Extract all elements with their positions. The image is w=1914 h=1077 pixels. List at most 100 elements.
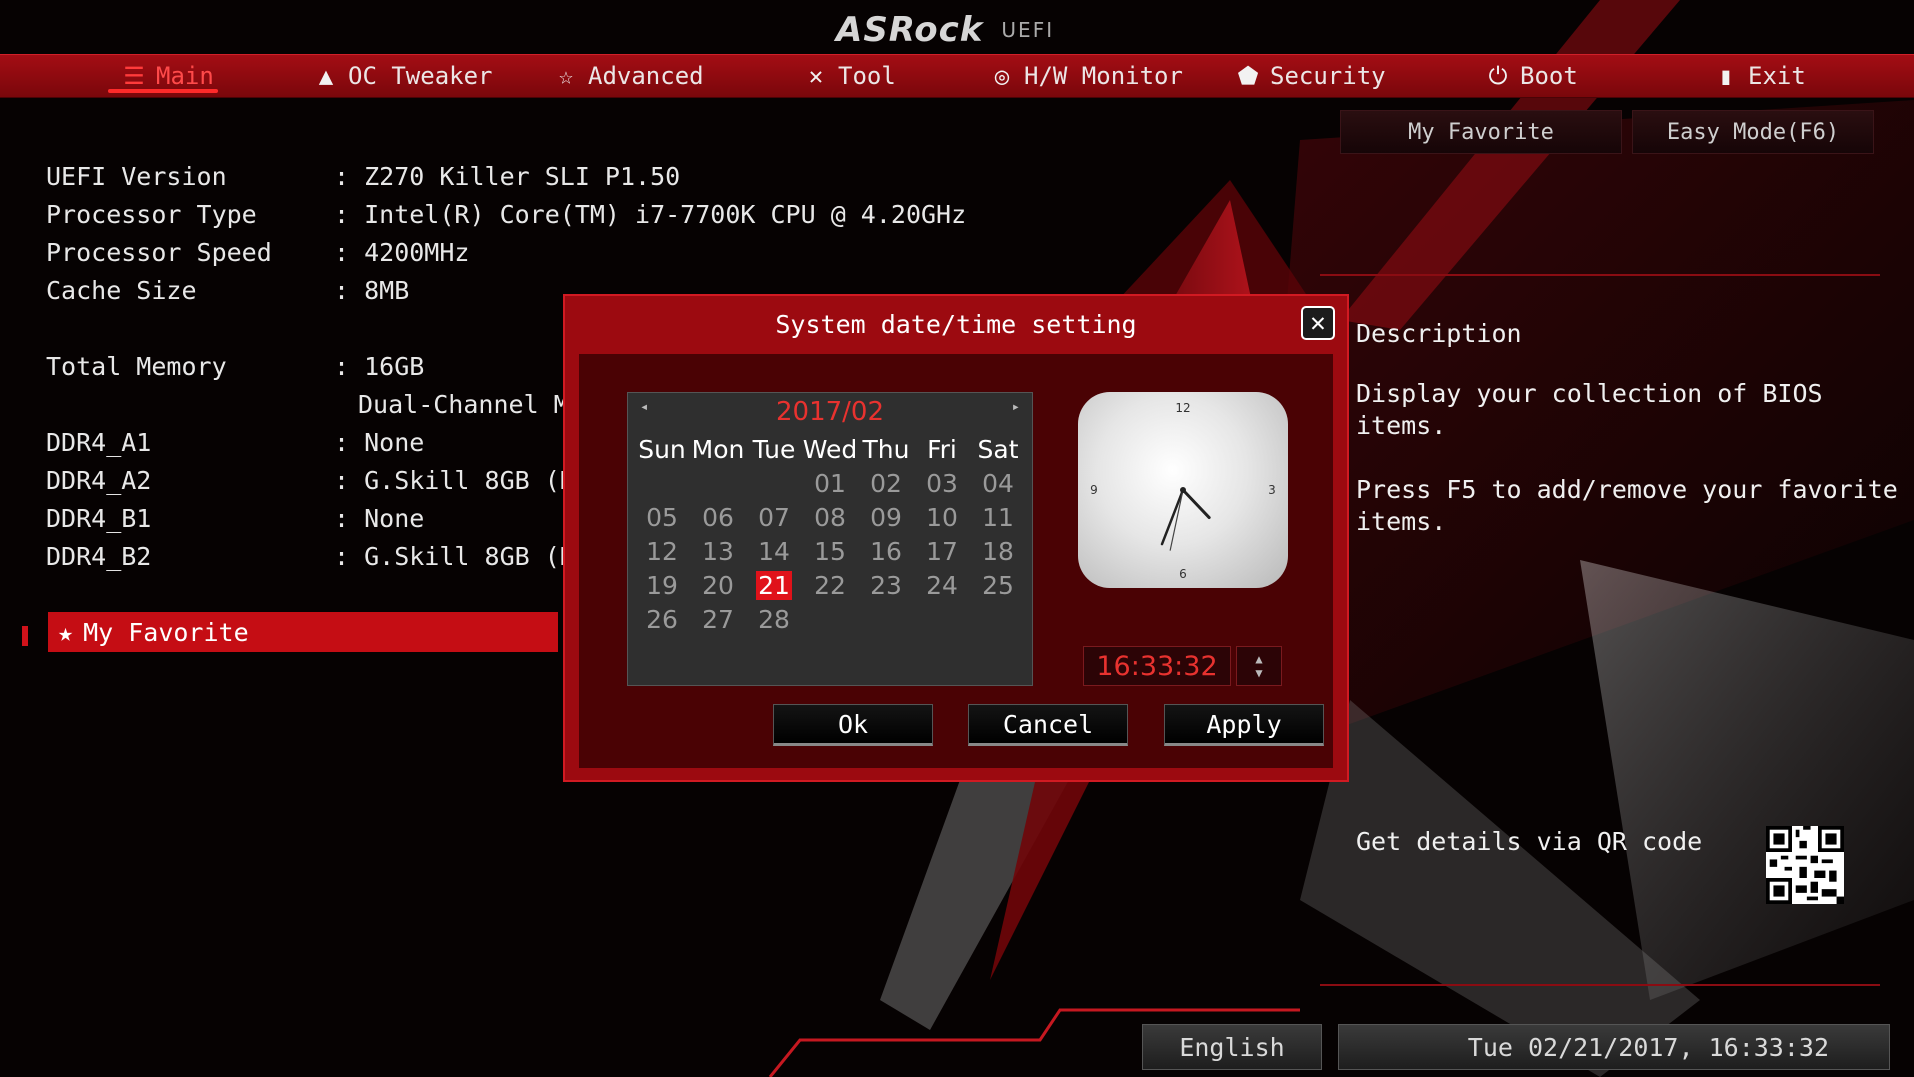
language-button[interactable]: English bbox=[1142, 1024, 1322, 1070]
calendar-day[interactable]: 10 bbox=[914, 501, 970, 535]
tab-security[interactable]: ⬟ Security bbox=[1234, 55, 1386, 97]
my-favorite-item[interactable]: ★ My Favorite bbox=[48, 612, 558, 652]
time-stepper[interactable]: ▲ ▼ bbox=[1236, 646, 1282, 686]
calendar-day[interactable]: 16 bbox=[858, 535, 914, 569]
info-value: : Intel(R) Core(TM) i7-7700K CPU @ 4.20G… bbox=[334, 200, 967, 229]
calendar-day[interactable]: 15 bbox=[802, 535, 858, 569]
calendar-day[interactable]: 28 bbox=[746, 603, 802, 637]
calendar-day[interactable]: 06 bbox=[690, 501, 746, 535]
rocket-icon: ▲ bbox=[318, 62, 334, 90]
chevron-down-icon[interactable]: ▼ bbox=[1255, 666, 1262, 680]
calendar-day bbox=[858, 603, 914, 637]
brand-sub: UEFI bbox=[1001, 18, 1055, 42]
easy-mode-button[interactable]: Easy Mode(F6) bbox=[1632, 110, 1874, 154]
calendar-day[interactable]: 05 bbox=[634, 501, 690, 535]
calendar-day[interactable]: 23 bbox=[858, 569, 914, 603]
tab-label: Exit bbox=[1748, 62, 1806, 90]
day-number: 27 bbox=[702, 605, 734, 634]
day-number: 26 bbox=[646, 605, 678, 634]
description-line: items. bbox=[1356, 411, 1447, 440]
day-number: 20 bbox=[702, 571, 734, 600]
day-number: 02 bbox=[870, 469, 902, 498]
active-tab-indicator bbox=[108, 89, 218, 93]
day-number: 12 bbox=[646, 537, 678, 566]
calendar-week: 05 06 07 08 09 10 11 bbox=[634, 501, 1026, 535]
clock-number: 3 bbox=[1268, 483, 1276, 497]
calendar-day[interactable]: 25 bbox=[970, 569, 1026, 603]
calendar-day[interactable]: 11 bbox=[970, 501, 1026, 535]
calendar-day[interactable]: 08 bbox=[802, 501, 858, 535]
selection-marker bbox=[22, 626, 28, 646]
ok-button[interactable]: Ok bbox=[773, 704, 933, 746]
close-icon: ✕ bbox=[1310, 308, 1326, 338]
calendar-day[interactable]: 17 bbox=[914, 535, 970, 569]
calendar-day[interactable]: 14 bbox=[746, 535, 802, 569]
power-icon: ⏻ bbox=[1488, 62, 1508, 90]
tab-label: Advanced bbox=[588, 62, 704, 90]
next-month-icon[interactable]: ▸ bbox=[1012, 399, 1020, 415]
cancel-button[interactable]: Cancel bbox=[968, 704, 1128, 746]
tab-oc-tweaker[interactable]: ▲ OC Tweaker bbox=[312, 55, 493, 97]
calendar-day[interactable]: 26 bbox=[634, 603, 690, 637]
calendar-day[interactable]: 21 bbox=[746, 569, 802, 603]
calendar-day[interactable]: 07 bbox=[746, 501, 802, 535]
clock-number: 12 bbox=[1175, 401, 1190, 415]
calendar-day[interactable]: 19 bbox=[634, 569, 690, 603]
tab-label: OC Tweaker bbox=[348, 62, 493, 90]
brand-logo: ASRock UEFI bbox=[836, 8, 1096, 52]
calendar: ◂ 2017/02 ▸ Sun Mon Tue Wed Thu Fri Sat … bbox=[627, 392, 1033, 686]
shield-icon: ⬟ bbox=[1237, 62, 1259, 90]
tab-hw-monitor[interactable]: ◎ H/W Monitor bbox=[988, 55, 1183, 97]
tab-label: H/W Monitor bbox=[1024, 62, 1183, 90]
tab-boot[interactable]: ⏻ Boot bbox=[1484, 55, 1578, 97]
calendar-day bbox=[970, 603, 1026, 637]
info-label: Cache Size bbox=[46, 276, 197, 305]
weekday: Tue bbox=[752, 435, 796, 464]
tab-label: Main bbox=[156, 62, 214, 90]
qr-code-icon bbox=[1766, 826, 1844, 904]
calendar-day[interactable]: 01 bbox=[802, 467, 858, 501]
calendar-day[interactable]: 18 bbox=[970, 535, 1026, 569]
time-input[interactable]: 16:33:32 bbox=[1083, 646, 1231, 686]
info-label: Processor Type bbox=[46, 200, 257, 229]
calendar-day bbox=[634, 467, 690, 501]
clock-number: 9 bbox=[1090, 483, 1098, 497]
calendar-day[interactable]: 02 bbox=[858, 467, 914, 501]
apply-button[interactable]: Apply bbox=[1164, 704, 1324, 746]
calendar-day[interactable]: 13 bbox=[690, 535, 746, 569]
calendar-month: 2017/02 bbox=[775, 397, 884, 427]
calendar-day[interactable]: 27 bbox=[690, 603, 746, 637]
datetime-display[interactable]: Tue 02/21/2017, 16:33:32 bbox=[1338, 1024, 1890, 1070]
star-icon: ★ bbox=[58, 617, 74, 647]
calendar-day[interactable]: 20 bbox=[690, 569, 746, 603]
info-value: : None bbox=[334, 428, 425, 457]
day-number: 07 bbox=[758, 503, 790, 532]
favorite-label: My Favorite bbox=[83, 617, 249, 647]
day-number: 15 bbox=[814, 537, 846, 566]
day-number: 04 bbox=[982, 469, 1014, 498]
tab-exit[interactable]: ▮ Exit bbox=[1712, 55, 1806, 97]
list-icon: ☰ bbox=[123, 62, 145, 90]
info-value: : 8MB bbox=[334, 276, 410, 305]
close-button[interactable]: ✕ bbox=[1301, 306, 1335, 340]
chevron-up-icon[interactable]: ▲ bbox=[1255, 652, 1262, 666]
calendar-day[interactable]: 12 bbox=[634, 535, 690, 569]
calendar-day[interactable]: 03 bbox=[914, 467, 970, 501]
tab-tool[interactable]: ✕ Tool bbox=[802, 55, 896, 97]
day-number: 06 bbox=[702, 503, 734, 532]
calendar-day bbox=[914, 603, 970, 637]
my-favorite-button[interactable]: My Favorite bbox=[1340, 110, 1622, 154]
info-value: : 4200MHz bbox=[334, 238, 470, 267]
calendar-day[interactable]: 24 bbox=[914, 569, 970, 603]
day-number: 09 bbox=[870, 503, 902, 532]
calendar-day[interactable]: 04 bbox=[970, 467, 1026, 501]
weekday-row: Sun Mon Tue Wed Thu Fri Sat bbox=[634, 433, 1026, 467]
calendar-day[interactable]: 09 bbox=[858, 501, 914, 535]
tab-advanced[interactable]: ☆ Advanced bbox=[552, 55, 704, 97]
calendar-day[interactable]: 22 bbox=[802, 569, 858, 603]
day-number: 18 bbox=[982, 537, 1014, 566]
day-number: 14 bbox=[758, 537, 790, 566]
day-number: 05 bbox=[646, 503, 678, 532]
info-value: : Z270 Killer SLI P1.50 bbox=[334, 162, 681, 191]
day-number: 11 bbox=[982, 503, 1014, 532]
